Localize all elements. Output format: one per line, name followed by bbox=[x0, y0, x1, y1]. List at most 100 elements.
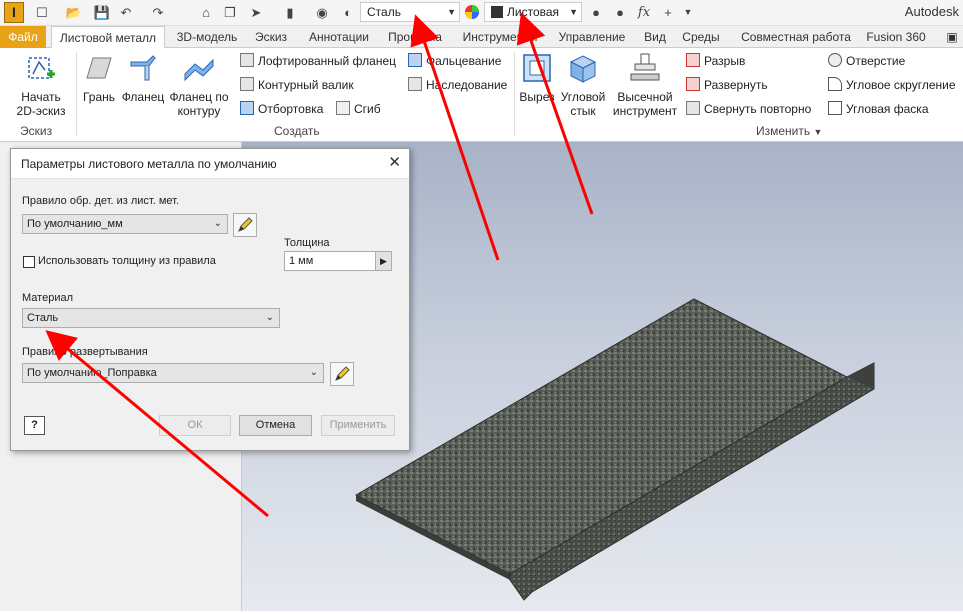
use-thickness-checkbox[interactable] bbox=[23, 256, 35, 268]
ribbon-options-icon[interactable]: ▣ bbox=[942, 26, 962, 48]
group-label-modify[interactable]: Изменить ▼ bbox=[756, 124, 822, 138]
cut-button[interactable]: Вырез bbox=[518, 52, 556, 104]
ilogic-icon[interactable]: ◉ bbox=[312, 3, 332, 22]
plus-icon[interactable]: + bbox=[658, 3, 678, 22]
open-icon[interactable]: 📂 bbox=[64, 3, 84, 22]
corner-chamfer-icon bbox=[828, 101, 842, 115]
ok-button[interactable]: ОК bbox=[159, 415, 231, 436]
chevron-down-icon: ⌄ bbox=[265, 312, 274, 323]
hole-button[interactable]: Отверстие bbox=[828, 52, 905, 70]
material-select[interactable]: Сталь ⌄ bbox=[22, 308, 280, 328]
tab-collaborate[interactable]: Совместная работа bbox=[734, 26, 858, 48]
group-label-create: Создать bbox=[274, 124, 320, 138]
customize-chevron-icon[interactable]: ▼ bbox=[678, 3, 698, 22]
thickness-arrow-icon[interactable]: ▶ bbox=[375, 252, 391, 270]
unfold-button[interactable]: Развернуть bbox=[686, 76, 768, 94]
tab-file[interactable]: Файл bbox=[0, 26, 46, 48]
corner-round-icon bbox=[828, 77, 842, 91]
start-2d-sketch-button[interactable]: Начать 2D-эскиз bbox=[10, 52, 72, 118]
cancel-button[interactable]: Отмена bbox=[239, 415, 312, 436]
refold-button[interactable]: Свернуть повторно bbox=[686, 100, 811, 118]
tab-fusion-360[interactable]: Fusion 360 bbox=[862, 26, 930, 48]
punch-tool-icon bbox=[630, 53, 660, 81]
lofted-flange-label: Лофтированный фланец bbox=[258, 54, 396, 68]
save-icon[interactable]: 💾 bbox=[92, 3, 112, 22]
divider bbox=[76, 52, 77, 136]
lofted-flange-icon bbox=[240, 53, 254, 67]
unfold-icon bbox=[686, 77, 700, 91]
clear-appearance-icon[interactable]: ● bbox=[610, 3, 630, 22]
home-icon[interactable]: ⌂ bbox=[196, 3, 216, 22]
corner-seam-button[interactable]: Угловой стык bbox=[556, 52, 610, 118]
appearance-dropdown[interactable]: Листовая ▼ bbox=[484, 2, 582, 22]
tab-annotations[interactable]: Аннотации bbox=[300, 26, 378, 48]
derive-button[interactable]: Наследование bbox=[408, 76, 507, 94]
contour-roll-icon bbox=[240, 77, 254, 91]
color-wheel-icon[interactable] bbox=[462, 3, 482, 22]
undo-icon[interactable]: ↶ bbox=[116, 3, 136, 22]
apply-button[interactable]: Применить bbox=[321, 415, 395, 436]
cut-icon bbox=[523, 54, 551, 82]
corner-round-label: Угловое скругление bbox=[846, 78, 956, 92]
fold-button[interactable]: Сгиб bbox=[336, 100, 381, 118]
face-button[interactable]: Грань bbox=[80, 52, 118, 104]
contour-flange-label-1: Фланец по bbox=[169, 90, 229, 104]
sheet-metal-rule-select[interactable]: По умолчанию_мм ⌄ bbox=[22, 214, 228, 234]
contour-flange-button[interactable]: Фланец по контуру bbox=[168, 52, 230, 118]
derive-icon bbox=[408, 77, 422, 91]
rip-label: Разрыв bbox=[704, 54, 746, 68]
redo-icon[interactable]: ↷ bbox=[148, 3, 168, 22]
tab-manage[interactable]: Управление bbox=[552, 26, 632, 48]
tab-inspect[interactable]: Проверка bbox=[384, 26, 446, 48]
tab-3d-model[interactable]: 3D-модель bbox=[168, 26, 246, 48]
flange-label: Фланец bbox=[121, 90, 165, 104]
tab-view[interactable]: Вид bbox=[638, 26, 672, 48]
app-title: Autodesk bbox=[904, 4, 959, 19]
hem-icon bbox=[240, 101, 254, 115]
hem-button[interactable]: Отбортовка bbox=[240, 100, 323, 118]
derive-label: Наследование bbox=[426, 78, 508, 92]
refold-icon bbox=[686, 101, 700, 115]
contour-roll-button[interactable]: Контурный валик bbox=[240, 76, 354, 94]
help-button[interactable]: ? bbox=[24, 416, 45, 435]
rule-label: Правило обр. дет. из лист. мет. bbox=[22, 195, 180, 207]
thickness-input[interactable]: 1 мм ▶ bbox=[284, 251, 392, 271]
modify-group-label: Изменить bbox=[756, 124, 811, 138]
hole-icon bbox=[828, 53, 842, 67]
seam-label: Фальцевание bbox=[426, 54, 502, 68]
sheet-metal-defaults-dialog: Параметры листового металла по умолчанию… bbox=[10, 148, 410, 451]
tab-sheet-metal[interactable]: Листовой металл bbox=[51, 26, 165, 48]
dialog-title-text: Параметры листового металла по умолчанию bbox=[21, 157, 277, 171]
tab-sketch[interactable]: Эскиз bbox=[248, 26, 294, 48]
edit-unfold-rule-button[interactable] bbox=[330, 362, 354, 386]
material-dropdown[interactable]: Сталь ▼ bbox=[360, 2, 460, 22]
chevron-down-icon: ▼ bbox=[447, 7, 456, 17]
refold-label: Свернуть повторно bbox=[704, 102, 812, 116]
fx-parameters-icon[interactable]: fx bbox=[634, 3, 654, 22]
adjust-appearance-icon[interactable]: ● bbox=[586, 3, 606, 22]
dialog-title: Параметры листового металла по умолчанию bbox=[11, 149, 409, 179]
pencil-icon bbox=[335, 366, 350, 381]
new-icon[interactable]: ☐ bbox=[32, 3, 52, 22]
tab-environments[interactable]: Среды bbox=[678, 26, 724, 48]
seam-button[interactable]: Фальцевание bbox=[408, 52, 501, 70]
quick-access-toolbar: I ☐ 📂 💾 ↶ ↷ ⌂ ❐ ➤ ▮ ◉ ◐ Сталь ▼ Листовая… bbox=[0, 0, 963, 26]
lofted-flange-button[interactable]: Лофтированный фланец bbox=[240, 52, 396, 70]
thickness-value: 1 мм bbox=[289, 255, 314, 267]
material-browser-icon[interactable]: ◐ bbox=[338, 3, 358, 22]
punch-tool-button[interactable]: Высечной инструмент bbox=[610, 52, 680, 118]
tab-tools[interactable]: Инструменты bbox=[454, 26, 546, 48]
corner-round-button[interactable]: Угловое скругление bbox=[828, 76, 956, 94]
edit-rule-button[interactable] bbox=[233, 213, 257, 237]
update-icon[interactable]: ▮ bbox=[280, 3, 300, 22]
inventor-logo-icon[interactable]: I bbox=[4, 2, 24, 23]
flange-button[interactable]: Фланец bbox=[120, 52, 166, 104]
projects-icon[interactable]: ❐ bbox=[220, 3, 240, 22]
close-icon[interactable]: ✕ bbox=[388, 155, 401, 171]
select-icon[interactable]: ➤ bbox=[246, 3, 266, 22]
corner-chamfer-button[interactable]: Угловая фаска bbox=[828, 100, 929, 118]
chevron-down-icon: ⌄ bbox=[309, 367, 318, 378]
rip-button[interactable]: Разрыв bbox=[686, 52, 745, 70]
chevron-down-icon: ⌄ bbox=[213, 218, 222, 229]
unfold-rule-select[interactable]: По умолчанию_Поправка ⌄ bbox=[22, 363, 324, 383]
